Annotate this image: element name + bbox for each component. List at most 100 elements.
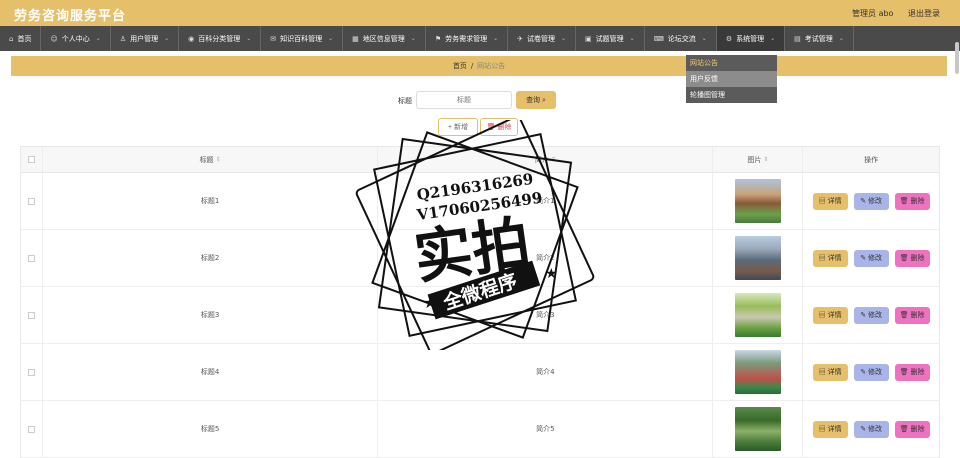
edit-button[interactable]: ✎ 修改	[853, 420, 889, 438]
table-body: 标题1 简介1 ▤ 详情 ✎ 修改 🗑 删除 标题2 简介2 ▤ 详情 ✎ 修改 🗑 删除 标题3 简…	[21, 173, 939, 458]
nav-item-2[interactable]: ♙ 用户管理 ⌄	[111, 26, 180, 51]
delete-button[interactable]: 🗑 删除	[894, 249, 930, 267]
edit-button[interactable]: ✎ 修改	[853, 306, 889, 324]
row-thumbnail-image[interactable]	[734, 179, 781, 223]
nav-item-9[interactable]: ⌨ 论坛交流 ⌄	[645, 26, 717, 51]
search-button[interactable]: 查询 ⌕	[516, 91, 556, 109]
sort-icon: ⇕	[763, 156, 769, 163]
nav-item-11[interactable]: ▤ 考试管理 ⌄	[785, 26, 854, 51]
edit-button[interactable]: ✎ 修改	[853, 249, 889, 267]
search-bar: 标题 查询 ⌕	[0, 91, 960, 109]
edit-button[interactable]: ✎ 修改	[853, 192, 889, 210]
row-title: 标题1	[43, 173, 379, 229]
detail-button[interactable]: ▤ 详情	[812, 249, 848, 267]
nav-item-label: 个人中心	[61, 34, 90, 43]
header-intro: 简介	[534, 155, 549, 164]
nav-item-5[interactable]: ▦ 地区信息管理 ⌄	[343, 26, 426, 51]
header-image: 图片	[747, 155, 762, 164]
table-row: 标题2 简介2 ▤ 详情 ✎ 修改 🗑 删除	[21, 230, 939, 287]
dropdown-item-0[interactable]: 网站公告	[686, 55, 777, 71]
row-intro: 简介4	[378, 344, 714, 400]
delete-button[interactable]: 🗑 删除	[894, 192, 930, 210]
dropdown-item-1[interactable]: 用户反馈	[686, 71, 777, 87]
nav-item-1[interactable]: ☺ 个人中心 ⌄	[41, 26, 111, 51]
app-title: 劳务咨询服务平台	[14, 9, 127, 24]
sort-icon: ⇕	[550, 156, 556, 163]
chevron-down-icon: ⌄	[629, 35, 635, 42]
demand-icon: ⚑	[434, 34, 442, 43]
nav-item-4[interactable]: ✉ 知识百科管理 ⌄	[261, 26, 344, 51]
detail-button[interactable]: ▤ 详情	[812, 363, 848, 381]
category-icon: ◉	[188, 34, 195, 43]
detail-button[interactable]: ▤ 详情	[812, 420, 848, 438]
table-row: 标题1 简介1 ▤ 详情 ✎ 修改 🗑 删除	[21, 173, 939, 230]
delete-button[interactable]: 🗑 删除	[894, 306, 930, 324]
chevron-down-icon: ⌄	[701, 35, 707, 42]
nav-item-7[interactable]: ✈ 试卷管理 ⌄	[508, 26, 577, 51]
row-image-cell	[713, 287, 804, 343]
nav-item-label: 劳务需求管理	[445, 34, 488, 43]
nav-item-label: 试卷管理	[527, 34, 555, 43]
main-nav: ⌂ 首页 ☺ 个人中心 ⌄ ♙ 用户管理 ⌄ ◉ 百科分类管理 ⌄ ✉ 知识百科管理 ⌄ ▦ 地区信息管理 ⌄ ⚑…	[0, 26, 960, 51]
detail-button[interactable]: ▤ 详情	[812, 192, 848, 210]
dropdown-item-2[interactable]: 轮播图管理	[686, 87, 777, 103]
nav-item-3[interactable]: ◉ 百科分类管理 ⌄	[179, 26, 262, 51]
chevron-down-icon: ⌄	[328, 35, 334, 42]
paper-icon: ✈	[517, 34, 523, 43]
add-button[interactable]: + 新增	[438, 118, 478, 136]
nav-item-6[interactable]: ⚑ 劳务需求管理 ⌄	[426, 26, 509, 51]
nav-item-label: 系统管理	[736, 34, 765, 43]
question-icon: ▣	[585, 34, 592, 43]
nav-item-0[interactable]: ⌂ 首页	[0, 26, 42, 51]
batch-delete-button[interactable]: 🗑 删除	[480, 118, 518, 136]
user-manage-icon: ♙	[119, 34, 127, 43]
detail-button[interactable]: ▤ 详情	[812, 306, 848, 324]
select-all-checkbox[interactable]	[27, 156, 35, 163]
chevron-down-icon: ⌄	[561, 35, 567, 42]
row-thumbnail-image[interactable]	[734, 350, 781, 394]
row-intro: 简介1	[378, 173, 714, 229]
breadcrumb-current: 网站公告	[477, 62, 506, 70]
user-icon: ☺	[50, 34, 58, 43]
delete-button[interactable]: 🗑 删除	[894, 420, 930, 438]
edit-button[interactable]: ✎ 修改	[853, 363, 889, 381]
header-ops: 操作	[864, 155, 879, 164]
delete-button[interactable]: 🗑 删除	[894, 363, 930, 381]
row-title: 标题4	[43, 344, 379, 400]
exam-icon: ▤	[794, 34, 801, 43]
logout-link[interactable]: 退出登录	[908, 9, 940, 18]
row-thumbnail-image[interactable]	[734, 407, 781, 451]
nav-item-label: 百科分类管理	[198, 34, 241, 43]
row-checkbox-cell	[21, 173, 43, 229]
row-intro: 简介5	[378, 401, 714, 457]
nav-item-8[interactable]: ▣ 试题管理 ⌄	[576, 26, 645, 51]
row-checkbox[interactable]	[27, 425, 35, 433]
row-checkbox[interactable]	[27, 254, 35, 262]
home-icon: ⌂	[9, 34, 14, 43]
top-header: 劳务咨询服务平台 管理员 abo 退出登录	[0, 0, 960, 26]
row-thumbnail-image[interactable]	[734, 293, 781, 337]
row-checkbox[interactable]	[27, 368, 35, 376]
forum-icon: ⌨	[653, 34, 664, 43]
header-intro-cell[interactable]: 简介 ⇕	[378, 147, 714, 172]
title-search-input[interactable]	[416, 91, 512, 109]
action-bar: + 新增 🗑 删除	[0, 118, 960, 136]
row-image-cell	[713, 401, 804, 457]
nav-item-label: 知识百科管理	[280, 34, 323, 43]
row-thumbnail-image[interactable]	[734, 236, 781, 280]
row-checkbox[interactable]	[27, 197, 35, 205]
row-checkbox-cell	[21, 344, 43, 400]
breadcrumb-home[interactable]: 首页	[453, 62, 467, 70]
page-scrollbar[interactable]	[955, 42, 959, 74]
row-checkbox-cell	[21, 287, 43, 343]
row-checkbox[interactable]	[27, 311, 35, 319]
row-ops: ▤ 详情 ✎ 修改 🗑 删除	[803, 401, 939, 457]
header-title-cell[interactable]: 标题 ⇕	[43, 147, 379, 172]
row-intro: 简介2	[378, 230, 714, 286]
breadcrumb-separator: /	[470, 62, 474, 70]
header-ops-cell: 操作	[803, 147, 939, 172]
table-row: 标题4 简介4 ▤ 详情 ✎ 修改 🗑 删除	[21, 344, 939, 401]
header-image-cell[interactable]: 图片 ⇕	[713, 147, 804, 172]
header-title: 标题	[199, 155, 214, 164]
nav-item-10[interactable]: ⚙ 系统管理 ⌄	[716, 26, 786, 51]
